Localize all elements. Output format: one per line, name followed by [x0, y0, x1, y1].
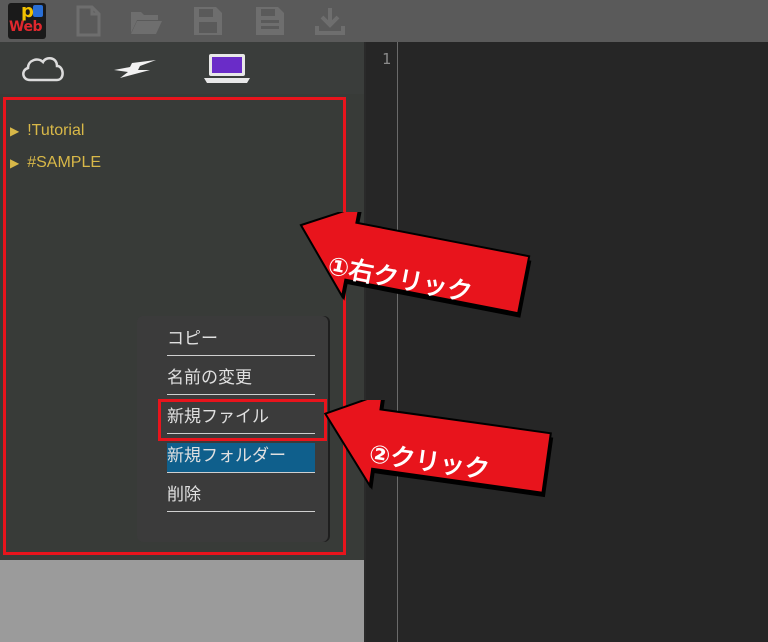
logo-text: Web	[9, 19, 42, 35]
open-folder-icon[interactable]	[128, 4, 164, 38]
line-number: 1	[382, 50, 392, 68]
code-editor[interactable]	[366, 42, 768, 642]
download-icon[interactable]	[312, 4, 348, 38]
laptop-icon[interactable]	[202, 48, 252, 86]
app-logo: p Web	[8, 3, 46, 39]
highlight-new-file	[158, 399, 327, 441]
editor-gutter-border	[397, 42, 398, 642]
toolbar: p Web	[0, 0, 768, 42]
sidebar-tabs	[0, 42, 364, 94]
save-icon[interactable]	[190, 4, 226, 38]
logo-accent	[33, 5, 43, 17]
save-as-icon[interactable]	[252, 4, 288, 38]
panel-footer	[0, 560, 364, 642]
cloud-icon[interactable]	[18, 48, 68, 86]
new-file-icon[interactable]	[70, 4, 106, 38]
lightning-icon[interactable]	[110, 48, 160, 86]
